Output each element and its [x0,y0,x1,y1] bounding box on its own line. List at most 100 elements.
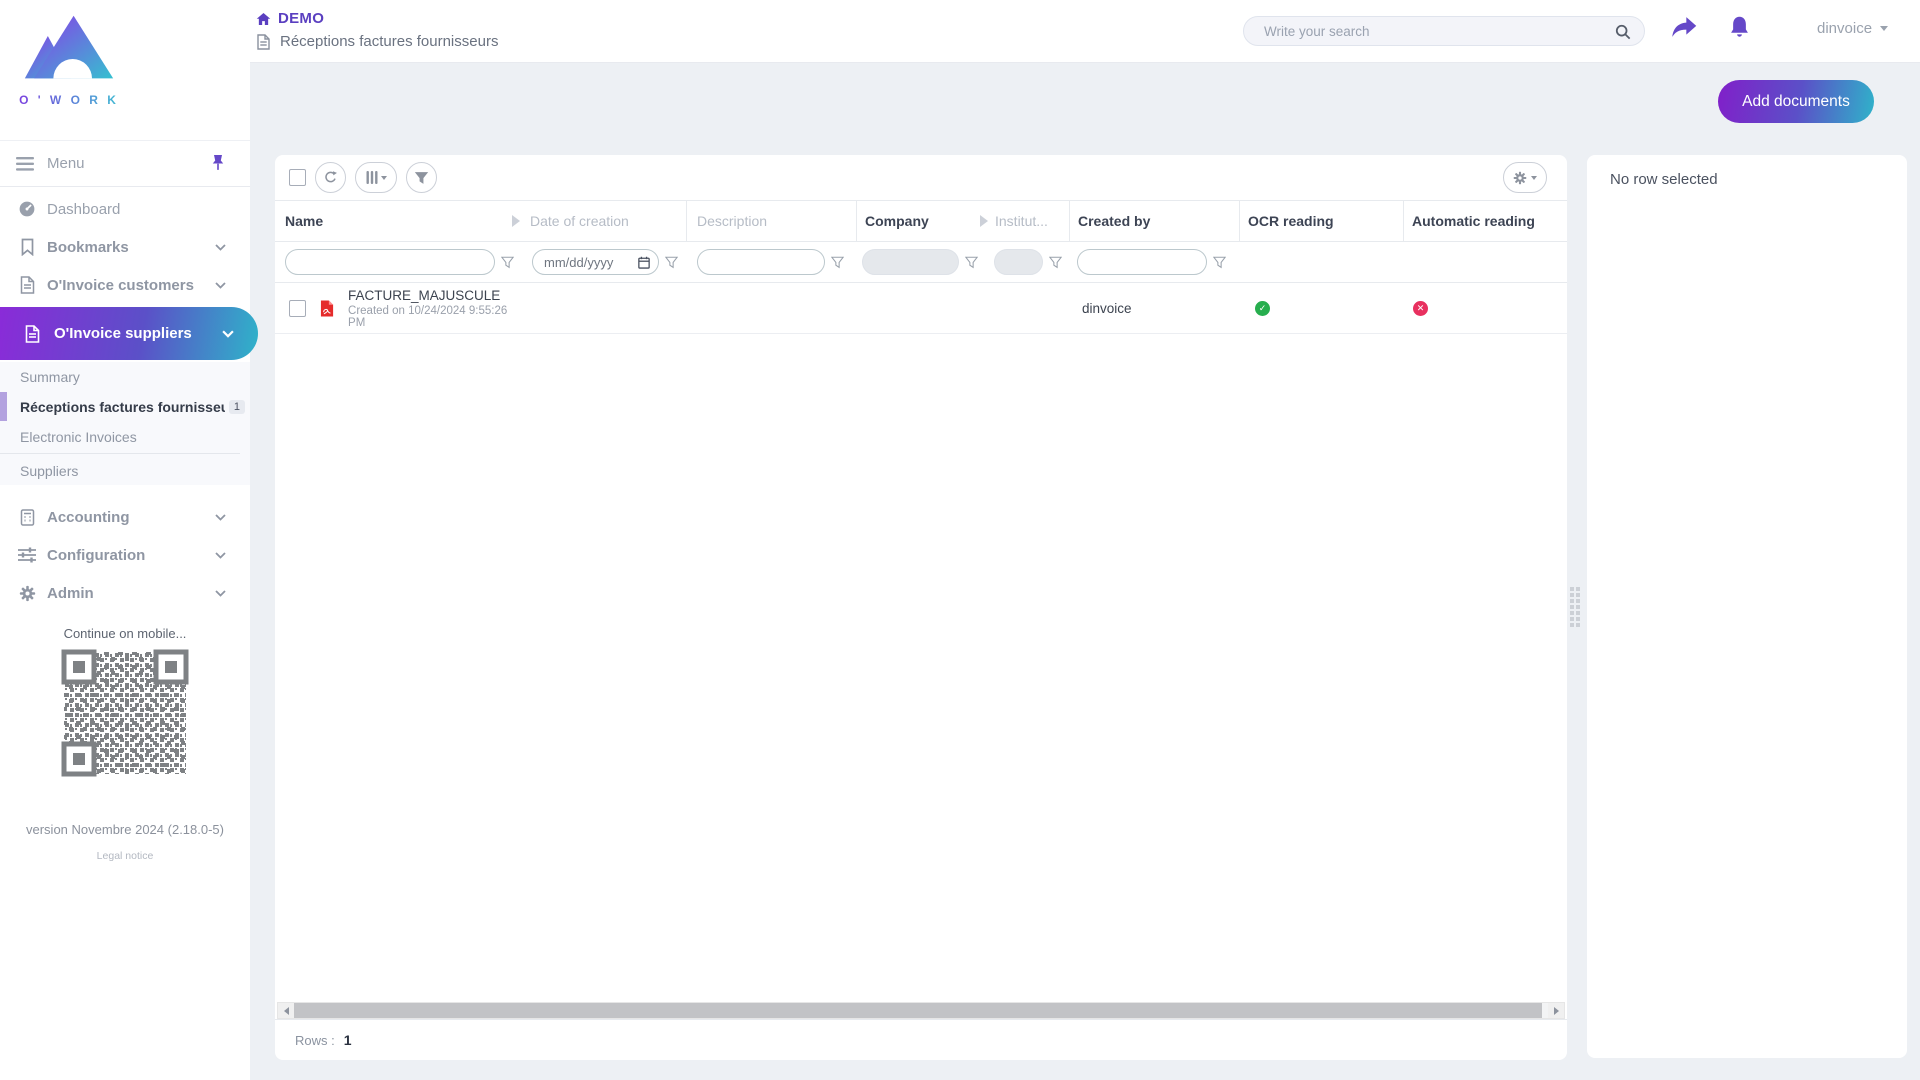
no-row-selected-text: No row selected [1610,171,1907,188]
column-header-company[interactable]: Company [856,201,984,241]
select-all-checkbox[interactable] [289,169,306,186]
breadcrumb-root[interactable]: DEMO [256,10,324,27]
funnel-icon[interactable] [501,256,514,269]
sidebar-item-oinvoice-suppliers-active[interactable]: O'Invoice suppliers [0,307,258,360]
chevron-down-icon [1531,176,1537,180]
table-header-row: Name Date of creation Description Compan… [275,200,1567,242]
documents-table-card: Name Date of creation Description Compan… [275,155,1567,1060]
scroll-left-button[interactable] [278,1003,294,1018]
filter-institution-input [994,249,1043,275]
columns-button[interactable] [355,162,397,193]
pin-sidebar-icon[interactable] [210,154,226,172]
bookmark-icon [17,238,37,256]
cell-institution [984,283,1069,333]
submenu-item-receptions[interactable]: Réceptions factures fournisseur 1 [0,391,250,422]
chevron-down-icon [222,325,234,343]
chevron-down-icon [215,276,226,294]
sidebar-item-configuration[interactable]: Configuration [0,536,250,574]
sidebar-item-dashboard[interactable]: Dashboard [0,190,250,228]
column-header-name[interactable]: Name [275,201,516,241]
cell-company [856,283,984,333]
horizontal-scrollbar[interactable] [277,1002,1565,1019]
funnel-icon[interactable] [1213,256,1226,269]
rows-label: Rows : [295,1033,335,1048]
share-icon[interactable] [1670,15,1698,44]
scrollbar-thumb[interactable] [294,1003,1542,1018]
panel-resize-handle[interactable] [1570,587,1580,627]
rows-count: 1 [344,1032,352,1048]
table-settings-button[interactable] [1503,162,1547,193]
table-row[interactable]: FACTURE_MAJUSCULE Created on 10/24/2024 … [275,283,1567,334]
search-icon[interactable] [1615,24,1631,40]
suppliers-submenu: Summary Réceptions factures fournisseur … [0,362,250,485]
submenu-item-electronic-invoices[interactable]: Electronic Invoices [0,422,250,451]
mountain-logo-icon [23,10,115,86]
column-header-date-of-creation[interactable]: Date of creation [516,201,686,241]
sidebar-item-oinvoice-customers[interactable]: O'Invoice customers [0,266,250,304]
column-header-created-by[interactable]: Created by [1069,201,1239,241]
username: dinvoice [1817,20,1872,37]
funnel-icon[interactable] [665,256,678,269]
user-menu[interactable]: dinvoice [1817,20,1888,37]
submenu-item-summary[interactable]: Summary [0,362,250,391]
sidebar-nav-lower: Accounting Configuration Admin [0,498,250,612]
column-header-description[interactable]: Description [686,201,856,241]
document-name-cell[interactable]: FACTURE_MAJUSCULE Created on 10/24/2024 … [348,288,516,329]
column-expand-icon[interactable] [512,215,520,227]
gear-icon [17,585,37,602]
app-logo[interactable]: O ' W O R K [14,10,124,107]
document-name: FACTURE_MAJUSCULE [348,288,516,303]
funnel-icon[interactable] [1049,256,1062,269]
mobile-hint-text: Continue on mobile... [0,626,250,641]
row-checkbox[interactable] [289,300,306,317]
refresh-icon [323,170,338,185]
hamburger-icon[interactable] [16,157,34,171]
add-documents-button[interactable]: Add documents [1718,80,1874,123]
search-input[interactable] [1244,17,1644,45]
scroll-right-button[interactable] [1548,1003,1564,1018]
column-header-institution[interactable]: Institut... [984,201,1069,241]
sidebar-menu-header[interactable]: Menu [0,140,250,187]
chevron-down-icon [215,546,226,564]
app-root: { "colors": {"accent":"#6548c8","gradien… [0,0,1920,1080]
table-empty-space [275,334,1567,1002]
menu-label: Menu [47,155,85,172]
filter-name-input[interactable] [285,249,495,275]
refresh-button[interactable] [315,162,346,193]
notifications-bell-icon[interactable] [1728,15,1751,45]
submenu-divider [0,453,240,454]
funnel-icon[interactable] [831,256,844,269]
chevron-down-icon [381,176,387,180]
funnel-icon[interactable] [965,256,978,269]
column-expand-icon[interactable] [980,215,988,227]
pdf-file-icon [320,299,334,318]
table-footer: Rows : 1 [275,1019,1567,1060]
column-header-automatic-reading[interactable]: Automatic reading [1403,201,1567,241]
chevron-down-icon [215,508,226,526]
submenu-item-suppliers[interactable]: Suppliers [0,456,250,485]
sidebar-item-accounting[interactable]: Accounting [0,498,250,536]
file-invoice-icon [22,325,42,343]
filter-button[interactable] [406,162,437,193]
filter-description-input[interactable] [697,249,825,275]
gear-icon [1513,171,1527,185]
columns-icon [366,171,378,184]
error-cross-icon: ✕ [1413,301,1428,316]
logo-wordmark: O ' W O R K [14,93,124,107]
sidebar-item-admin[interactable]: Admin [0,574,250,612]
gauge-icon [17,200,37,218]
detail-panel: No row selected [1587,155,1907,1058]
funnel-icon [414,171,429,185]
sidebar: O ' W O R K Menu Dashboard Bookmarks [0,0,250,1080]
column-header-ocr-reading[interactable]: OCR reading [1239,201,1403,241]
cell-description [686,283,856,333]
calendar-icon[interactable] [638,256,650,269]
sidebar-item-bookmarks[interactable]: Bookmarks [0,228,250,266]
legal-notice-link[interactable]: Legal notice [0,850,250,862]
chevron-down-icon [1880,26,1888,31]
topbar: DEMO Réceptions factures fournisseurs di… [250,0,1920,63]
sidebar-nav: Dashboard Bookmarks O'Invoice customers [0,190,250,304]
filter-created-by-input[interactable] [1077,249,1207,275]
chevron-down-icon [215,238,226,256]
filter-date-input[interactable]: mm/dd/yyyy [532,249,659,275]
